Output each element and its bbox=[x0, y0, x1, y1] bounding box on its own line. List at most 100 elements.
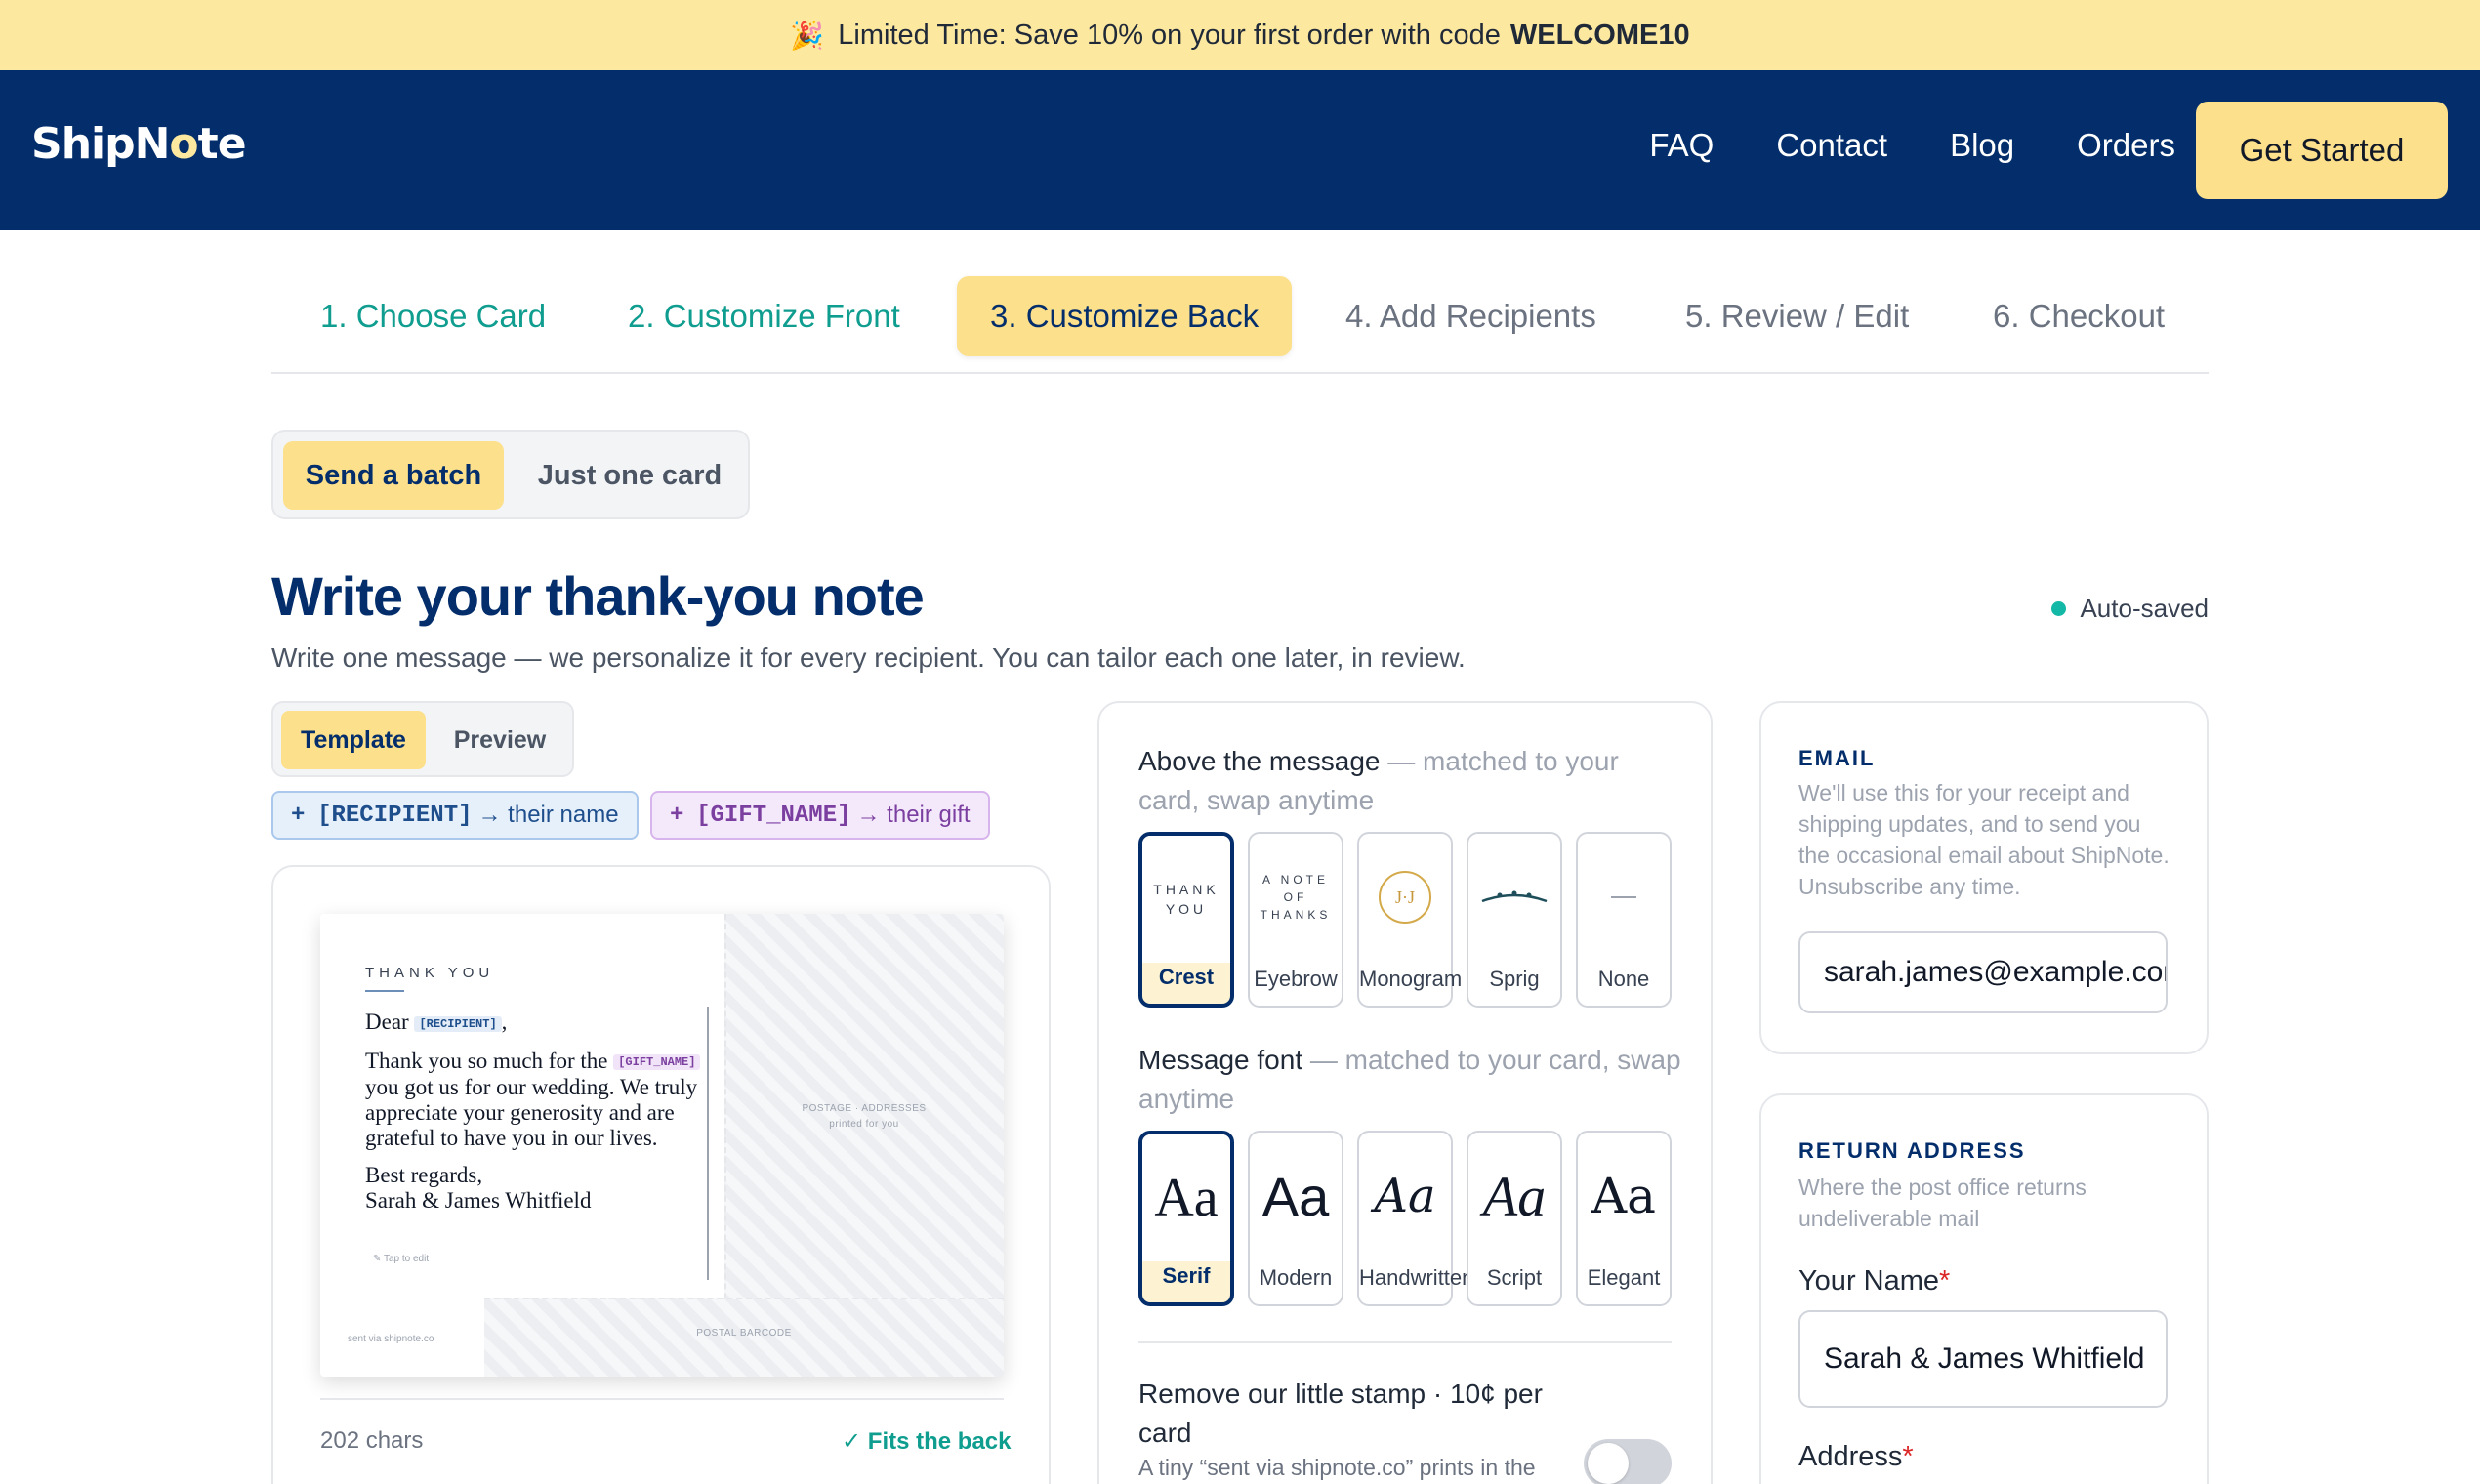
option-label: Monogram bbox=[1359, 967, 1463, 991]
font-modern[interactable]: Aa Modern bbox=[1248, 1131, 1343, 1306]
logo[interactable]: ShipNote bbox=[31, 119, 247, 169]
script-preview: Aa bbox=[1482, 1164, 1547, 1228]
option-monogram[interactable]: J·J Monogram bbox=[1357, 832, 1463, 1008]
modern-preview: Aa bbox=[1261, 1165, 1330, 1227]
chip-code: [GIFT_NAME] bbox=[696, 802, 851, 829]
promo-banner: 🎉 Limited Time: Save 10% on your first o… bbox=[0, 0, 2480, 70]
option-label: Eyebrow bbox=[1254, 967, 1338, 991]
insert-gift-chip[interactable]: + [GIFT_NAME] → their gift bbox=[650, 791, 990, 840]
option-label: Handwritten bbox=[1359, 1265, 1474, 1290]
tab-template[interactable]: Template bbox=[281, 711, 426, 769]
promo-code: WELCOME10 bbox=[1509, 19, 1690, 51]
nav-orders[interactable]: Orders bbox=[2077, 127, 2175, 164]
eyebrow-preview: A NOTE OF THANKS bbox=[1260, 873, 1332, 922]
option-label: Modern bbox=[1259, 1265, 1333, 1290]
option-eyebrow[interactable]: A NOTE OF THANKS Eyebrow bbox=[1248, 832, 1343, 1008]
message-line2: you got us for our wedding. We truly app… bbox=[365, 1075, 698, 1151]
font-handwritten[interactable]: Aa Handwritten bbox=[1357, 1131, 1474, 1306]
option-none[interactable]: None bbox=[1576, 832, 1672, 1008]
return-address-desc: Where the post office returns undelivera… bbox=[1798, 1175, 2087, 1231]
editor-tabs: Template Preview bbox=[271, 701, 574, 777]
nav-contact[interactable]: Contact bbox=[1776, 127, 1887, 164]
required-mark: * bbox=[1902, 1441, 1914, 1472]
font-elegant[interactable]: Aa Elegant bbox=[1576, 1131, 1672, 1306]
option-sprig[interactable]: Sprig bbox=[1467, 832, 1562, 1008]
closing: Best regards, bbox=[365, 1163, 483, 1188]
tap-to-edit-hint: ✎ Tap to edit bbox=[373, 1254, 430, 1264]
above-message-label: Above the message — matched to your card… bbox=[1138, 742, 1685, 820]
site-header: ShipNote FAQ Contact Blog Orders Get Sta… bbox=[0, 70, 2480, 230]
toggle-knob bbox=[1588, 1443, 1629, 1484]
above-message-title: Above the message bbox=[1138, 746, 1381, 776]
message-font-label: Message font — matched to your card, swa… bbox=[1138, 1041, 1685, 1119]
message-line1: Thank you so much for the bbox=[365, 1048, 608, 1073]
divider-line bbox=[707, 1007, 709, 1280]
status-dot-icon bbox=[2051, 601, 2067, 616]
card-footer-divider bbox=[320, 1398, 1004, 1400]
remove-stamp-toggle[interactable] bbox=[1584, 1439, 1672, 1484]
email-input[interactable]: sarah.james@example.com bbox=[1798, 931, 2168, 1013]
step-choose-card[interactable]: 1. Choose Card bbox=[320, 276, 546, 356]
address-text: Address bbox=[1798, 1441, 1903, 1472]
insert-recipient-chip[interactable]: + [RECIPIENT] → their name bbox=[271, 791, 639, 840]
chip-plus: + bbox=[291, 802, 306, 829]
fits-status: ✓ Fits the back bbox=[842, 1428, 1012, 1455]
sent-via-label: sent via shipnote.co bbox=[348, 1334, 434, 1344]
step-checkout[interactable]: 6. Checkout bbox=[1993, 276, 2165, 356]
nav-blog[interactable]: Blog bbox=[1950, 127, 2014, 164]
step-review-edit[interactable]: 5. Review / Edit bbox=[1685, 276, 1909, 356]
chip-desc: → their gift bbox=[856, 802, 971, 828]
step-customize-back[interactable]: 3. Customize Back bbox=[957, 276, 1293, 356]
barcode-label: POSTAL BARCODE bbox=[696, 1328, 792, 1339]
chip-plus: + bbox=[670, 802, 684, 829]
option-label: None bbox=[1597, 967, 1650, 991]
nav-faq[interactable]: FAQ bbox=[1649, 127, 1714, 164]
sprig-icon bbox=[1481, 890, 1548, 903]
card-message[interactable]: Dear [RECIPIENT], Thank you so much for … bbox=[365, 1010, 707, 1214]
send-batch-option[interactable]: Send a batch bbox=[283, 441, 504, 510]
option-label: Sprig bbox=[1489, 967, 1540, 991]
step-customize-front[interactable]: 2. Customize Front bbox=[628, 276, 900, 356]
dash-icon bbox=[1611, 896, 1636, 898]
monogram-preview: J·J bbox=[1359, 834, 1451, 961]
page-subtitle: Write one message — we personalize it fo… bbox=[271, 642, 1466, 673]
recipient-token: [RECIPIENT] bbox=[414, 1015, 502, 1032]
postage-title: POSTAGE · ADDRESSES bbox=[802, 1103, 927, 1114]
required-mark: * bbox=[1939, 1265, 1951, 1297]
postage-sub: printed for you bbox=[829, 1119, 899, 1130]
serif-preview: Aa bbox=[1142, 1134, 1230, 1261]
gift-token: [GIFT_NAME] bbox=[613, 1054, 701, 1071]
message-font-options: Aa Serif Aa Modern Aa Handwritten Aa Scr… bbox=[1138, 1131, 1672, 1306]
option-label: Elegant bbox=[1587, 1265, 1661, 1290]
checkout-stepper: 1. Choose Card 2. Customize Front 3. Cus… bbox=[271, 276, 2209, 374]
option-crest[interactable]: THANK YOU Crest bbox=[1138, 832, 1234, 1008]
elegant-preview: Aa bbox=[1591, 1168, 1656, 1224]
address-label: Address* bbox=[1798, 1441, 1914, 1473]
get-started-button[interactable]: Get Started bbox=[2196, 102, 2448, 199]
page-title: Write your thank-you note bbox=[271, 565, 925, 627]
card-eyebrow: THANK YOU bbox=[365, 965, 495, 981]
your-name-input[interactable]: Sarah & James Whitfield bbox=[1798, 1310, 2168, 1408]
option-label: Crest bbox=[1158, 965, 1215, 989]
eyebrow-underline bbox=[365, 990, 404, 992]
autosave-label: Auto-saved bbox=[2080, 594, 2209, 623]
main-nav: FAQ Contact Blog Orders bbox=[1649, 127, 2175, 164]
font-script[interactable]: Aa Script bbox=[1467, 1131, 1562, 1306]
option-label: Script bbox=[1486, 1265, 1543, 1290]
just-one-card-option[interactable]: Just one card bbox=[519, 441, 740, 510]
remove-stamp-label: Remove our little stamp · 10¢ per card bbox=[1138, 1379, 1543, 1448]
comma: , bbox=[501, 1010, 508, 1034]
email-desc: We'll use this for your receipt and ship… bbox=[1798, 780, 2170, 899]
sprig-preview bbox=[1468, 834, 1560, 961]
signature: Sarah & James Whitfield bbox=[365, 1188, 592, 1214]
chip-code: [RECIPIENT] bbox=[317, 802, 473, 829]
font-serif[interactable]: Aa Serif bbox=[1138, 1131, 1234, 1306]
postcard-back: THANK YOU Dear [RECIPIENT], Thank you so… bbox=[320, 914, 1004, 1377]
above-message-options: THANK YOU Crest A NOTE OF THANKS Eyebrow… bbox=[1138, 832, 1672, 1008]
return-address-heading: RETURN ADDRESS bbox=[1798, 1138, 2026, 1163]
tab-preview[interactable]: Preview bbox=[434, 711, 566, 769]
autosave-status: Auto-saved bbox=[2051, 594, 2209, 624]
monogram-icon: J·J bbox=[1379, 871, 1431, 924]
postage-label: POSTAGE · ADDRESSES printed for you bbox=[724, 1101, 1004, 1133]
step-add-recipients[interactable]: 4. Add Recipients bbox=[1345, 276, 1596, 356]
